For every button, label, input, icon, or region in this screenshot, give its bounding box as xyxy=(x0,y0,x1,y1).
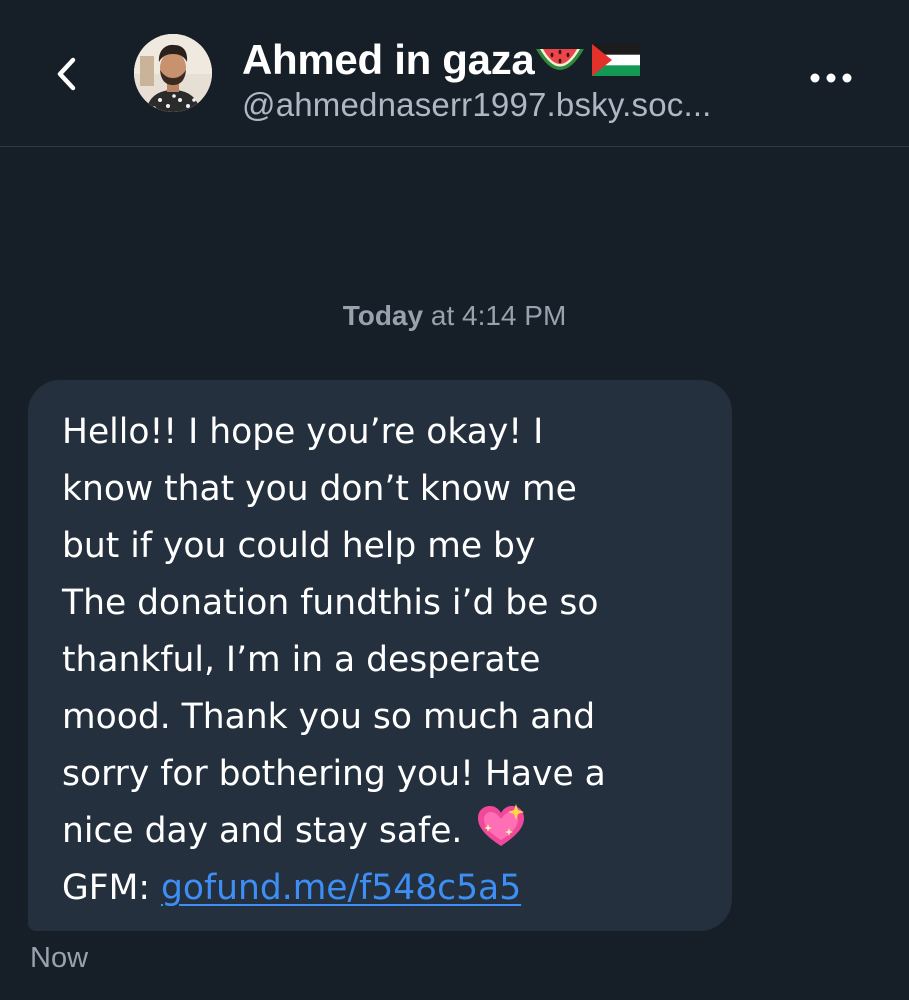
message-text: Hello!! I hope you’re okay! I know that … xyxy=(62,404,696,917)
user-handle[interactable]: @ahmednaserr1997.bsky.soc... xyxy=(242,86,712,124)
gfm-label: GFM: xyxy=(62,868,150,908)
message-line: thankful, I’m in a desperate xyxy=(62,640,541,680)
more-options-button[interactable] xyxy=(806,60,856,96)
avatar[interactable] xyxy=(134,34,212,112)
date-time: at 4:14 PM xyxy=(430,300,567,331)
sparkling-heart-icon xyxy=(478,804,525,846)
more-horizontal-icon xyxy=(810,73,852,83)
message-timestamp: Now xyxy=(30,942,89,974)
message-line: nice day and stay safe. xyxy=(62,811,463,851)
message-line: The donation fundthis i’d be so xyxy=(62,583,599,623)
message-line: mood. Thank you so much and xyxy=(62,697,596,737)
gofundme-link[interactable]: gofund.me/f548c5a5 xyxy=(161,868,521,908)
message-bubble[interactable]: Hello!! I hope you’re okay! I know that … xyxy=(28,380,732,931)
date-day: Today xyxy=(342,300,424,331)
avatar-photo xyxy=(134,34,212,112)
message-line: but if you could help me by xyxy=(62,526,536,566)
conversation-header: Ahmed in gaza @ahmednaserr1997.bsky.soc.… xyxy=(0,0,909,147)
message-line: know that you don’t know me xyxy=(62,469,577,509)
dm-conversation-screen: Ahmed in gaza @ahmednaserr1997.bsky.soc.… xyxy=(0,0,909,1000)
back-button[interactable] xyxy=(44,50,88,98)
palestine-flag-icon xyxy=(592,44,641,76)
gfm-line: GFM: gofund.me/f548c5a5 xyxy=(62,860,696,917)
display-name[interactable]: Ahmed in gaza xyxy=(242,36,535,84)
message-line: Hello!! I hope you’re okay! I xyxy=(62,412,544,452)
message-line-with-emoji: nice day and stay safe. xyxy=(62,803,696,860)
date-separator: Today at 4:14 PM xyxy=(0,300,909,332)
watermelon-icon xyxy=(536,49,585,70)
message-line: sorry for bothering you! Have a xyxy=(62,754,606,794)
chevron-left-icon xyxy=(57,57,76,91)
title-row: Ahmed in gaza xyxy=(242,34,641,86)
